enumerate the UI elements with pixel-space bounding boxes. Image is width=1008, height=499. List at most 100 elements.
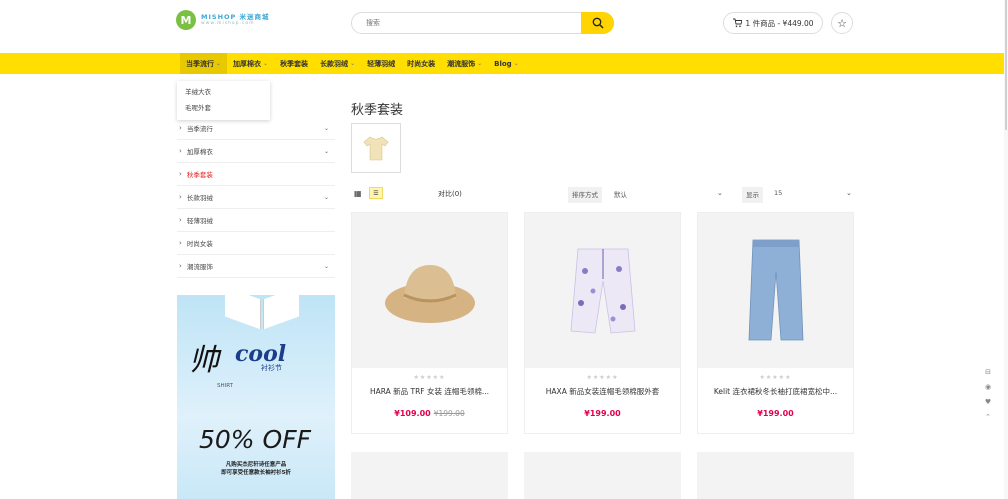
main-nav: 当季流行 ⌄ 加厚棉衣 ⌄ 秋季套装 长款羽绒 ⌄ 轻薄羽绒 时尚女装 潮流服饰 ⌄ Blog ⌄ xyxy=(0,53,1008,74)
chevron-down-icon[interactable]: ⌄ xyxy=(324,125,329,132)
sidebar-item[interactable]: › 秋季套装 xyxy=(177,163,335,186)
dropdown-item[interactable]: 羊绒大衣 xyxy=(177,84,270,100)
denim-jeans-image xyxy=(748,239,803,340)
back-to-top-icon[interactable]: ⌃ xyxy=(985,413,991,421)
nav-item-label: Blog xyxy=(494,59,512,68)
star-icon: ☆ xyxy=(837,16,847,30)
rating-stars: ★★★★★ xyxy=(586,374,619,381)
logo-name: MISHOP 米迷商城 xyxy=(201,12,270,21)
promo-banner[interactable]: 帅 cool 衬衫节 SHIRT 50% OFF 凡购买杰尼轩诗任意产品 即可享… xyxy=(177,295,335,499)
nav-item[interactable]: 当季流行 ⌄ xyxy=(180,53,228,74)
sidebar-item-label: 秋季套装 xyxy=(186,171,213,179)
category-thumbnail[interactable] xyxy=(351,123,401,173)
product-card-partial[interactable] xyxy=(697,452,854,499)
sidebar-item[interactable]: › 加厚棉衣 ⌄ xyxy=(177,140,335,163)
grid-view-icon[interactable]: ▦ xyxy=(354,189,362,198)
page: M MISHOP 米迷商城 www.mishop.com 1 件商品 - ¥44… xyxy=(0,0,1008,499)
scrollbar-thumb[interactable] xyxy=(1005,0,1007,130)
chevron-down-icon[interactable]: ⌄ xyxy=(324,148,329,155)
product-name[interactable]: HARA 新品 TRF 女装 连帽毛领棉... xyxy=(352,386,507,397)
product-card-partial[interactable] xyxy=(351,452,508,499)
nav-item[interactable]: 加厚棉衣 ⌄ xyxy=(227,53,274,74)
chevron-down-icon: ⌄ xyxy=(477,60,483,67)
logo-url: www.mishop.com xyxy=(201,21,255,26)
product-card[interactable]: ★★★★★ HAXA 新品女装连帽毛领棉服外套 ¥199.00 xyxy=(524,212,681,434)
product-price: ¥199.00 xyxy=(757,409,794,418)
search-button[interactable] xyxy=(581,12,614,34)
product-image[interactable] xyxy=(352,213,507,368)
chevron-down-icon[interactable]: ⌄ xyxy=(717,189,723,197)
chevron-down-icon[interactable]: ⌄ xyxy=(324,194,329,201)
cart-button[interactable]: 1 件商品 - ¥449.00 xyxy=(723,12,823,34)
nav-item-label: 秋季套装 xyxy=(280,59,309,68)
cart-icon xyxy=(733,18,743,28)
product-price: ¥109.00 ¥199.00 xyxy=(394,409,465,418)
nav-item-label: 时尚女装 xyxy=(407,59,436,68)
product-card-partial[interactable] xyxy=(524,452,681,499)
search-bar xyxy=(351,12,614,34)
banner-shuai: 帅 xyxy=(189,343,219,378)
sidebar-item-label: 潮流服饰 xyxy=(186,263,213,271)
nav-item[interactable]: 潮流服饰 ⌄ xyxy=(441,53,488,74)
chevron-right-icon: › xyxy=(179,216,182,224)
chevron-down-icon: ⌄ xyxy=(350,60,356,67)
banner-subtitle: 衬衫节 xyxy=(261,364,282,372)
list-view-icon[interactable]: ☰ xyxy=(369,187,383,199)
chevron-right-icon: › xyxy=(179,170,182,178)
product-name[interactable]: HAXA 新品女装连帽毛领棉服外套 xyxy=(525,386,680,397)
sidebar-item[interactable]: › 时尚女装 xyxy=(177,232,335,255)
sidebar-item[interactable]: › 长款羽绒 ⌄ xyxy=(177,186,335,209)
nav-item-label: 加厚棉衣 xyxy=(233,59,262,68)
search-icon xyxy=(592,17,603,29)
sidebar-item[interactable]: › 轻薄羽绒 xyxy=(177,209,335,232)
chevron-down-icon: ⌄ xyxy=(263,60,269,67)
page-title: 秋季套装 xyxy=(351,103,404,118)
product-toolbar: ▦ ☰ 对比(0) 排序方式 默认 ⌄ 显示 15 ⌄ xyxy=(351,187,855,203)
chevron-right-icon: › xyxy=(179,239,182,247)
product-image[interactable] xyxy=(525,213,680,368)
chevron-down-icon[interactable]: ⌄ xyxy=(324,263,329,270)
nav-item-label: 当季流行 xyxy=(186,59,214,68)
chevron-right-icon: › xyxy=(179,193,182,201)
straw-hat-image xyxy=(384,264,475,323)
user-icon[interactable]: ◉ xyxy=(985,383,991,391)
banner-shirt-word: SHIRT xyxy=(217,383,234,389)
cart-summary: 1 件商品 - ¥449.00 xyxy=(745,18,814,28)
search-input[interactable] xyxy=(352,13,581,33)
floral-pants-image xyxy=(570,248,635,333)
chevron-right-icon: › xyxy=(179,124,182,132)
rating-stars: ★★★★★ xyxy=(759,374,792,381)
nav-item[interactable]: Blog ⌄ xyxy=(488,53,525,74)
product-image[interactable] xyxy=(698,213,853,368)
floating-toolbar: ⊟ ◉ ♥ ⌃ xyxy=(978,362,998,448)
sort-select[interactable]: 默认 xyxy=(614,189,627,199)
nav-item[interactable]: 秋季套装 xyxy=(274,53,314,74)
nav-item[interactable]: 时尚女装 xyxy=(401,53,441,74)
site-logo[interactable]: M MISHOP 米迷商城 www.mishop.com xyxy=(176,10,270,30)
show-select[interactable]: 15 xyxy=(774,189,782,197)
nav-item[interactable]: 长款羽绒 ⌄ xyxy=(314,53,361,74)
dropdown-item[interactable]: 毛呢外套 xyxy=(177,100,270,116)
product-card[interactable]: ★★★★★ HARA 新品 TRF 女装 连帽毛领棉... ¥109.00 ¥19… xyxy=(351,212,508,434)
product-name[interactable]: Kelit 连衣裙秋冬长袖打底裙宽松中... xyxy=(698,386,853,397)
category-sidebar: › 当季流行 ⌄ › 加厚棉衣 ⌄ › 秋季套装 › 长款羽绒 ⌄ › 轻薄羽绒 › 时尚女装 › 潮流服饰 ⌄ xyxy=(177,117,335,278)
sidebar-item-label: 当季流行 xyxy=(186,125,213,133)
nav-dropdown: 羊绒大衣 毛呢外套 xyxy=(177,81,270,120)
cart-icon[interactable]: ⊟ xyxy=(985,368,991,376)
nav-item-label: 长款羽绒 xyxy=(320,59,349,68)
product-price: ¥199.00 xyxy=(584,409,621,418)
wishlist-button[interactable]: ☆ xyxy=(831,12,853,34)
sidebar-item-label: 时尚女装 xyxy=(186,240,213,248)
compare-link[interactable]: 对比(0) xyxy=(438,189,462,199)
heart-icon[interactable]: ♥ xyxy=(985,398,991,406)
chevron-down-icon[interactable]: ⌄ xyxy=(846,189,852,197)
nav-item-label: 轻薄羽绒 xyxy=(367,59,396,68)
nav-item-label: 潮流服饰 xyxy=(447,59,476,68)
sidebar-item[interactable]: › 潮流服饰 ⌄ xyxy=(177,255,335,278)
product-card[interactable]: ★★★★★ Kelit 连衣裙秋冬长袖打底裙宽松中... ¥199.00 xyxy=(697,212,854,434)
sort-label: 排序方式 xyxy=(568,187,602,203)
nav-item[interactable]: 轻薄羽绒 xyxy=(361,53,401,74)
chevron-down-icon: ⌄ xyxy=(513,60,519,67)
sidebar-item[interactable]: › 当季流行 ⌄ xyxy=(177,117,335,140)
chevron-down-icon: ⌄ xyxy=(216,60,222,67)
